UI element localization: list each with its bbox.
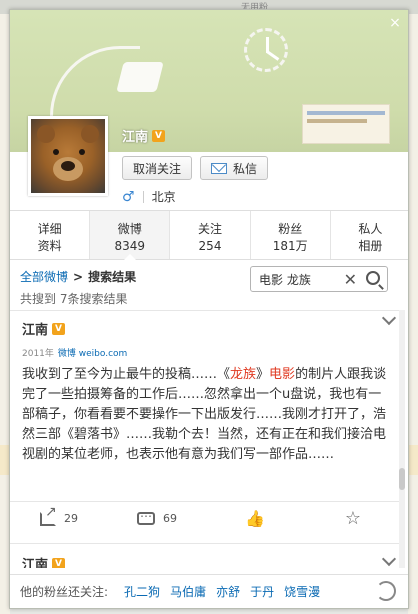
weibo-post: 江南 V 2011年 微博 weibo.com 我收到了至今为止最牛的投稿……《…	[10, 311, 402, 529]
feed-scrollbar[interactable]	[399, 310, 405, 568]
message-label: 私信	[233, 161, 258, 176]
lamp-head-illustration	[116, 62, 164, 92]
post-keyword-movie: 电影	[269, 367, 296, 382]
tab-following-line1: 关注	[198, 222, 223, 236]
avatar-nose	[61, 161, 75, 171]
suggested-user-link[interactable]: 于丹	[250, 583, 274, 600]
tab-details-line2: 资料	[37, 239, 62, 253]
mail-icon	[211, 162, 228, 174]
weibo-post: 江南 V	[10, 543, 402, 568]
avatar-ear-left	[37, 125, 55, 143]
avatar-eye-left	[53, 149, 59, 155]
avatar-eye-right	[79, 149, 85, 155]
post-author-name[interactable]: 江南	[22, 554, 48, 568]
comment-button[interactable]: 69	[108, 502, 206, 535]
post-header: 江南 V	[22, 554, 390, 568]
tab-following-count: 254	[198, 239, 222, 253]
scrollbar-thumb[interactable]	[399, 468, 405, 490]
tab-album-line1: 私人	[358, 222, 383, 236]
breadcrumb-current: 搜索结果	[88, 270, 137, 284]
result-count: 共搜到 7条搜索结果	[20, 292, 128, 306]
tab-following[interactable]: 关注 254	[170, 211, 251, 259]
message-button[interactable]: 私信	[200, 156, 269, 180]
tab-weibo[interactable]: 微博 8349	[90, 211, 171, 260]
post-author-name[interactable]: 江南	[22, 319, 48, 338]
profile-name[interactable]: 江南	[122, 126, 148, 145]
refresh-icon[interactable]	[376, 581, 396, 601]
search-icon[interactable]	[366, 271, 380, 285]
search-input[interactable]: 电影 龙族 ✕	[250, 266, 388, 292]
post-source[interactable]: 微博 weibo.com	[58, 346, 127, 359]
star-icon: ☆	[344, 508, 362, 529]
close-icon[interactable]: ×	[386, 14, 404, 32]
profile-location-row: ♂ 北京	[122, 188, 176, 205]
verified-badge-icon: V	[52, 557, 66, 568]
comment-icon	[137, 506, 155, 525]
breadcrumb-all-weibo-link[interactable]: 全部微博	[20, 268, 68, 285]
thumbs-up-icon: 👍	[245, 509, 265, 528]
profile-actions: 取消关注 私信	[122, 156, 269, 180]
tab-weibo-count: 8349	[114, 239, 146, 253]
desk-illustration	[302, 104, 390, 144]
post-actions-bar: 29 69 👍 ☆	[10, 501, 402, 535]
post-text-part2: 》	[256, 367, 270, 382]
profile-popup-card: × 江南 V 取消关注 私信 ♂ 北京 详细 资料 微博 8349 关注 254…	[9, 9, 409, 609]
favorite-button[interactable]: ☆	[304, 502, 402, 535]
background-right	[408, 14, 418, 614]
repost-button[interactable]: 29	[10, 502, 108, 535]
clock-illustration	[244, 28, 288, 72]
clear-icon[interactable]: ✕	[344, 270, 357, 289]
post-meta: 2011年 微博 weibo.com	[22, 346, 390, 359]
post-text-part1: 我收到了至今为止最牛的投稿……《	[22, 367, 231, 382]
share-icon	[40, 504, 57, 526]
tab-fans[interactable]: 粉丝 181万	[251, 211, 331, 259]
profile-name-row: 江南 V	[122, 126, 166, 145]
unfollow-button[interactable]: 取消关注	[122, 156, 193, 180]
tab-details-line1: 详细	[37, 222, 62, 236]
profile-tabs: 详细 资料 微博 8349 关注 254 粉丝 181万 私人 相册	[10, 210, 408, 260]
avatar[interactable]	[28, 116, 108, 196]
fans-also-follow-label: 他的粉丝还关注:	[20, 585, 109, 599]
search-query-text: 电影 龙族	[259, 272, 311, 287]
post-keyword-longzu: 龙族	[230, 367, 257, 382]
breadcrumb-separator: >	[73, 269, 84, 284]
search-results-feed: 江南 V 2011年 微博 weibo.com 我收到了至今为止最牛的投稿……《…	[10, 310, 402, 568]
post-date[interactable]: 2011年	[22, 346, 54, 359]
avatar-ear-right	[81, 125, 99, 143]
male-gender-icon: ♂	[122, 188, 135, 205]
profile-location: 北京	[151, 190, 176, 204]
suggested-user-link[interactable]: 饶雪漫	[284, 583, 320, 600]
location-divider	[142, 190, 144, 203]
fans-also-follow-bar: 他的粉丝还关注: 孔二狗 马伯庸 亦舒 于丹 饶雪漫	[10, 574, 408, 608]
repost-count: 29	[64, 512, 78, 525]
suggested-user-link[interactable]: 亦舒	[216, 583, 240, 600]
tab-weibo-line1: 微博	[117, 222, 142, 236]
tab-fans-count: 181万	[272, 239, 308, 253]
post-header: 江南 V	[22, 319, 390, 338]
verified-badge-icon: V	[152, 129, 166, 142]
post-text: 我收到了至今为止最牛的投稿……《龙族》电影的制片人跟我谈完了一些拍摄筹备的工作后…	[22, 365, 390, 465]
tab-details[interactable]: 详细 资料	[10, 211, 91, 259]
breadcrumb: 全部微博 > 搜索结果	[20, 268, 136, 285]
tab-album-line2: 相册	[358, 239, 383, 253]
suggested-user-link[interactable]: 马伯庸	[170, 583, 206, 600]
tab-fans-line1: 粉丝	[278, 222, 303, 236]
comment-count: 69	[163, 512, 177, 525]
verified-badge-icon: V	[52, 322, 66, 335]
unfollow-label: 取消关注	[133, 161, 182, 176]
tab-private-album[interactable]: 私人 相册	[331, 211, 408, 259]
like-button[interactable]: 👍	[206, 502, 304, 535]
suggested-user-link[interactable]: 孔二狗	[124, 583, 160, 600]
